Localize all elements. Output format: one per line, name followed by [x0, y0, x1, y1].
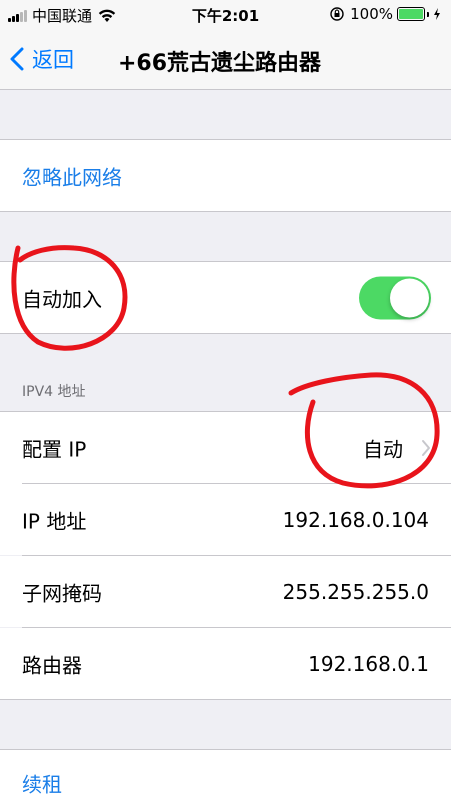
charging-bolt-icon: [434, 8, 440, 20]
router-row: 路由器 192.168.0.1: [0, 628, 451, 700]
configure-ip-value: 自动: [363, 437, 403, 462]
subnet-mask-label: 子网掩码: [22, 581, 102, 605]
battery-fill: [399, 9, 423, 19]
forget-network-label: 忽略此网络: [22, 165, 122, 189]
renew-lease-label: 续租: [22, 772, 62, 797]
status-bar: 中国联通 下午2:01 100%: [0, 0, 451, 30]
auto-join-toggle[interactable]: [359, 276, 431, 319]
configure-ip-label: 配置 IP: [22, 437, 87, 462]
wifi-detail-screen: 中国联通 下午2:01 100% 返回 +66荒古遗尘路由器 忽略此网络 自动加…: [0, 0, 451, 800]
ip-address-label: IP 地址: [22, 509, 87, 533]
toggle-knob: [390, 278, 429, 317]
router-value: 192.168.0.1: [308, 651, 429, 676]
ip-address-value: 192.168.0.104: [282, 507, 429, 532]
battery-icon: [397, 7, 425, 21]
navigation-bar: 返回 +66荒古遗尘路由器: [0, 30, 451, 90]
subnet-mask-value: 255.255.255.0: [282, 579, 429, 604]
battery-percent: 100%: [350, 5, 393, 23]
forget-network-cell[interactable]: 忽略此网络: [0, 139, 451, 212]
ipv4-section-header: IPV4 地址: [22, 384, 86, 400]
subnet-mask-row: 子网掩码 255.255.255.0: [0, 556, 451, 627]
battery-cap: [427, 11, 429, 17]
ip-address-row: IP 地址 192.168.0.104: [0, 484, 451, 555]
chevron-left-icon: [10, 47, 24, 71]
page-title: +66荒古遗尘路由器: [118, 51, 322, 76]
router-label: 路由器: [22, 653, 82, 677]
back-button[interactable]: 返回: [10, 44, 74, 74]
chevron-right-icon: [422, 440, 430, 456]
auto-join-cell: 自动加入: [0, 261, 451, 334]
back-button-label: 返回: [32, 48, 74, 72]
status-right: 100%: [330, 5, 441, 23]
auto-join-label: 自动加入: [22, 287, 102, 311]
configure-ip-row[interactable]: 配置 IP 自动: [0, 411, 451, 484]
renew-lease-cell[interactable]: 续租: [0, 749, 451, 800]
rotation-lock-icon: [330, 7, 344, 21]
